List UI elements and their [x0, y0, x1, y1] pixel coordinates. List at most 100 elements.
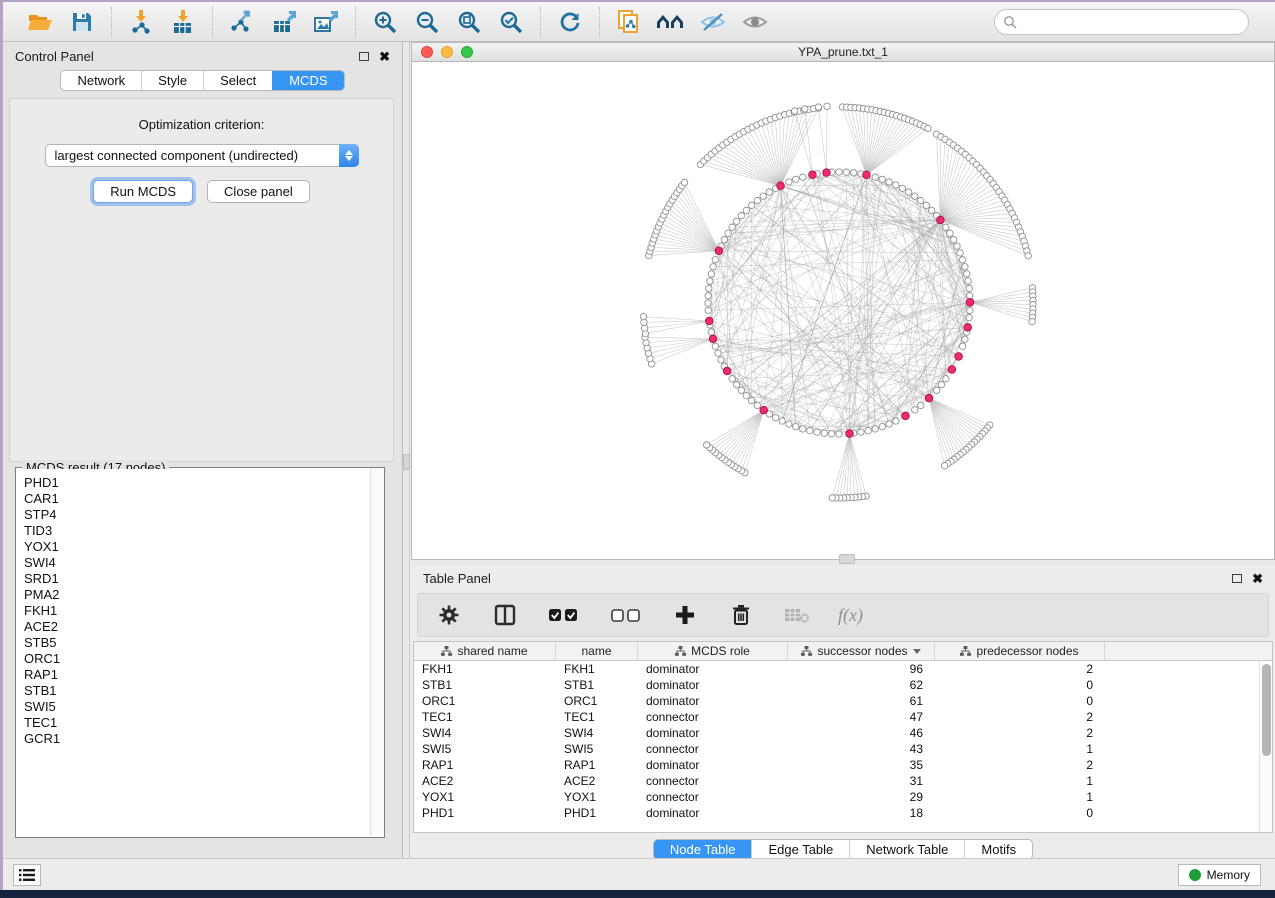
- network-leaf-node[interactable]: [681, 179, 687, 185]
- table-cell[interactable]: dominator: [638, 677, 788, 693]
- network-node[interactable]: [959, 257, 965, 263]
- network-node[interactable]: [843, 169, 849, 175]
- add-column-icon[interactable]: [670, 600, 700, 630]
- network-node[interactable]: [886, 421, 892, 427]
- memory-button[interactable]: Memory: [1178, 864, 1261, 886]
- network-leaf-node[interactable]: [703, 442, 709, 448]
- network-node[interactable]: [706, 285, 712, 291]
- network-node[interactable]: [879, 176, 885, 182]
- network-node[interactable]: [912, 407, 918, 413]
- table-cell[interactable]: 0: [935, 805, 1105, 821]
- table-row[interactable]: RAP1RAP1dominator352: [414, 757, 1272, 773]
- network-leaf-node[interactable]: [791, 108, 797, 114]
- network-leaf-node[interactable]: [802, 106, 808, 112]
- table-cell[interactable]: 29: [788, 789, 935, 805]
- table-row[interactable]: TEC1TEC1connector472: [414, 709, 1272, 725]
- close-table-panel-icon[interactable]: ✖: [1252, 572, 1263, 585]
- table-cell[interactable]: YOX1: [556, 789, 638, 805]
- table-cell[interactable]: dominator: [638, 757, 788, 773]
- tab-network-table[interactable]: Network Table: [849, 840, 964, 859]
- import-network-icon[interactable]: [126, 7, 156, 37]
- network-node[interactable]: [772, 414, 778, 420]
- horizontal-splitter-handle[interactable]: [839, 554, 855, 564]
- table-cell[interactable]: PHD1: [414, 805, 556, 821]
- vertical-splitter[interactable]: [403, 42, 410, 858]
- network-hub-node[interactable]: [823, 169, 831, 177]
- import-table-icon[interactable]: [168, 7, 198, 37]
- network-node[interactable]: [754, 197, 760, 203]
- delete-table-icon[interactable]: [782, 600, 812, 630]
- network-hub-node[interactable]: [777, 182, 785, 190]
- mcds-result-item[interactable]: YOX1: [24, 539, 370, 555]
- network-node[interactable]: [858, 429, 864, 435]
- network-node[interactable]: [938, 381, 944, 387]
- network-hub-node[interactable]: [709, 335, 717, 343]
- tab-motifs[interactable]: Motifs: [964, 840, 1032, 859]
- network-node[interactable]: [705, 300, 711, 306]
- delete-column-icon[interactable]: [726, 600, 756, 630]
- table-cell[interactable]: 1: [935, 741, 1105, 757]
- network-node[interactable]: [738, 387, 744, 393]
- select-all-checkbox-icon[interactable]: [546, 600, 582, 630]
- network-node[interactable]: [967, 307, 973, 313]
- network-node[interactable]: [917, 402, 923, 408]
- table-cell[interactable]: FKH1: [556, 661, 638, 677]
- open-file-icon[interactable]: [25, 7, 55, 37]
- network-leaf-node[interactable]: [1025, 253, 1031, 259]
- close-panel-icon[interactable]: ✖: [379, 50, 390, 63]
- zoom-out-icon[interactable]: [412, 7, 442, 37]
- table-cell[interactable]: STB1: [556, 677, 638, 693]
- network-leaf-node[interactable]: [829, 495, 835, 501]
- mcds-result-item[interactable]: CAR1: [24, 491, 370, 507]
- network-node[interactable]: [966, 285, 972, 291]
- mcds-result-item[interactable]: TEC1: [24, 715, 370, 731]
- search-input[interactable]: [1023, 14, 1240, 29]
- network-node[interactable]: [962, 264, 968, 270]
- table-cell[interactable]: dominator: [638, 725, 788, 741]
- table-cell[interactable]: SWI4: [556, 725, 638, 741]
- mcds-result-item[interactable]: SRD1: [24, 571, 370, 587]
- tab-edge-table[interactable]: Edge Table: [751, 840, 849, 859]
- table-row[interactable]: YOX1YOX1connector291: [414, 789, 1272, 805]
- table-row[interactable]: ACE2ACE2connector311: [414, 773, 1272, 789]
- table-row[interactable]: PHD1PHD1dominator180: [414, 805, 1272, 821]
- table-cell[interactable]: 2: [935, 661, 1105, 677]
- network-node[interactable]: [708, 271, 714, 277]
- function-builder-icon[interactable]: f(x): [838, 605, 863, 626]
- mcds-result-item[interactable]: SWI5: [24, 699, 370, 715]
- network-node[interactable]: [725, 230, 731, 236]
- network-node[interactable]: [733, 218, 739, 224]
- table-cell[interactable]: PHD1: [556, 805, 638, 821]
- network-hub-node[interactable]: [948, 366, 956, 374]
- mcds-result-item[interactable]: RAP1: [24, 667, 370, 683]
- table-cell[interactable]: 62: [788, 677, 935, 693]
- network-node[interactable]: [749, 397, 755, 403]
- network-node[interactable]: [766, 189, 772, 195]
- mcds-result-item[interactable]: PMA2: [24, 587, 370, 603]
- network-node[interactable]: [786, 421, 792, 427]
- network-node[interactable]: [923, 202, 929, 208]
- table-scrollbar[interactable]: [1259, 661, 1272, 832]
- network-node[interactable]: [954, 243, 960, 249]
- table-cell[interactable]: 18: [788, 805, 935, 821]
- table-row[interactable]: STB1STB1dominator620: [414, 677, 1272, 693]
- network-node[interactable]: [957, 250, 963, 256]
- close-panel-button[interactable]: Close panel: [207, 180, 310, 203]
- network-node[interactable]: [807, 428, 813, 434]
- mcds-result-item[interactable]: FKH1: [24, 603, 370, 619]
- column-header-shared-name[interactable]: shared name: [414, 642, 556, 660]
- network-node[interactable]: [738, 213, 744, 219]
- network-node[interactable]: [749, 202, 755, 208]
- network-node[interactable]: [893, 182, 899, 188]
- network-node[interactable]: [893, 418, 899, 424]
- mcds-list-scrollbar[interactable]: [370, 469, 383, 836]
- network-node[interactable]: [879, 423, 885, 429]
- network-window-titlebar[interactable]: YPA_prune.txt_1: [412, 43, 1274, 62]
- mcds-result-item[interactable]: STB5: [24, 635, 370, 651]
- mcds-result-item[interactable]: TID3: [24, 523, 370, 539]
- split-columns-icon[interactable]: [490, 600, 520, 630]
- network-node[interactable]: [964, 271, 970, 277]
- table-cell[interactable]: dominator: [638, 661, 788, 677]
- hide-selected-icon[interactable]: [698, 7, 728, 37]
- network-hub-node[interactable]: [760, 406, 768, 414]
